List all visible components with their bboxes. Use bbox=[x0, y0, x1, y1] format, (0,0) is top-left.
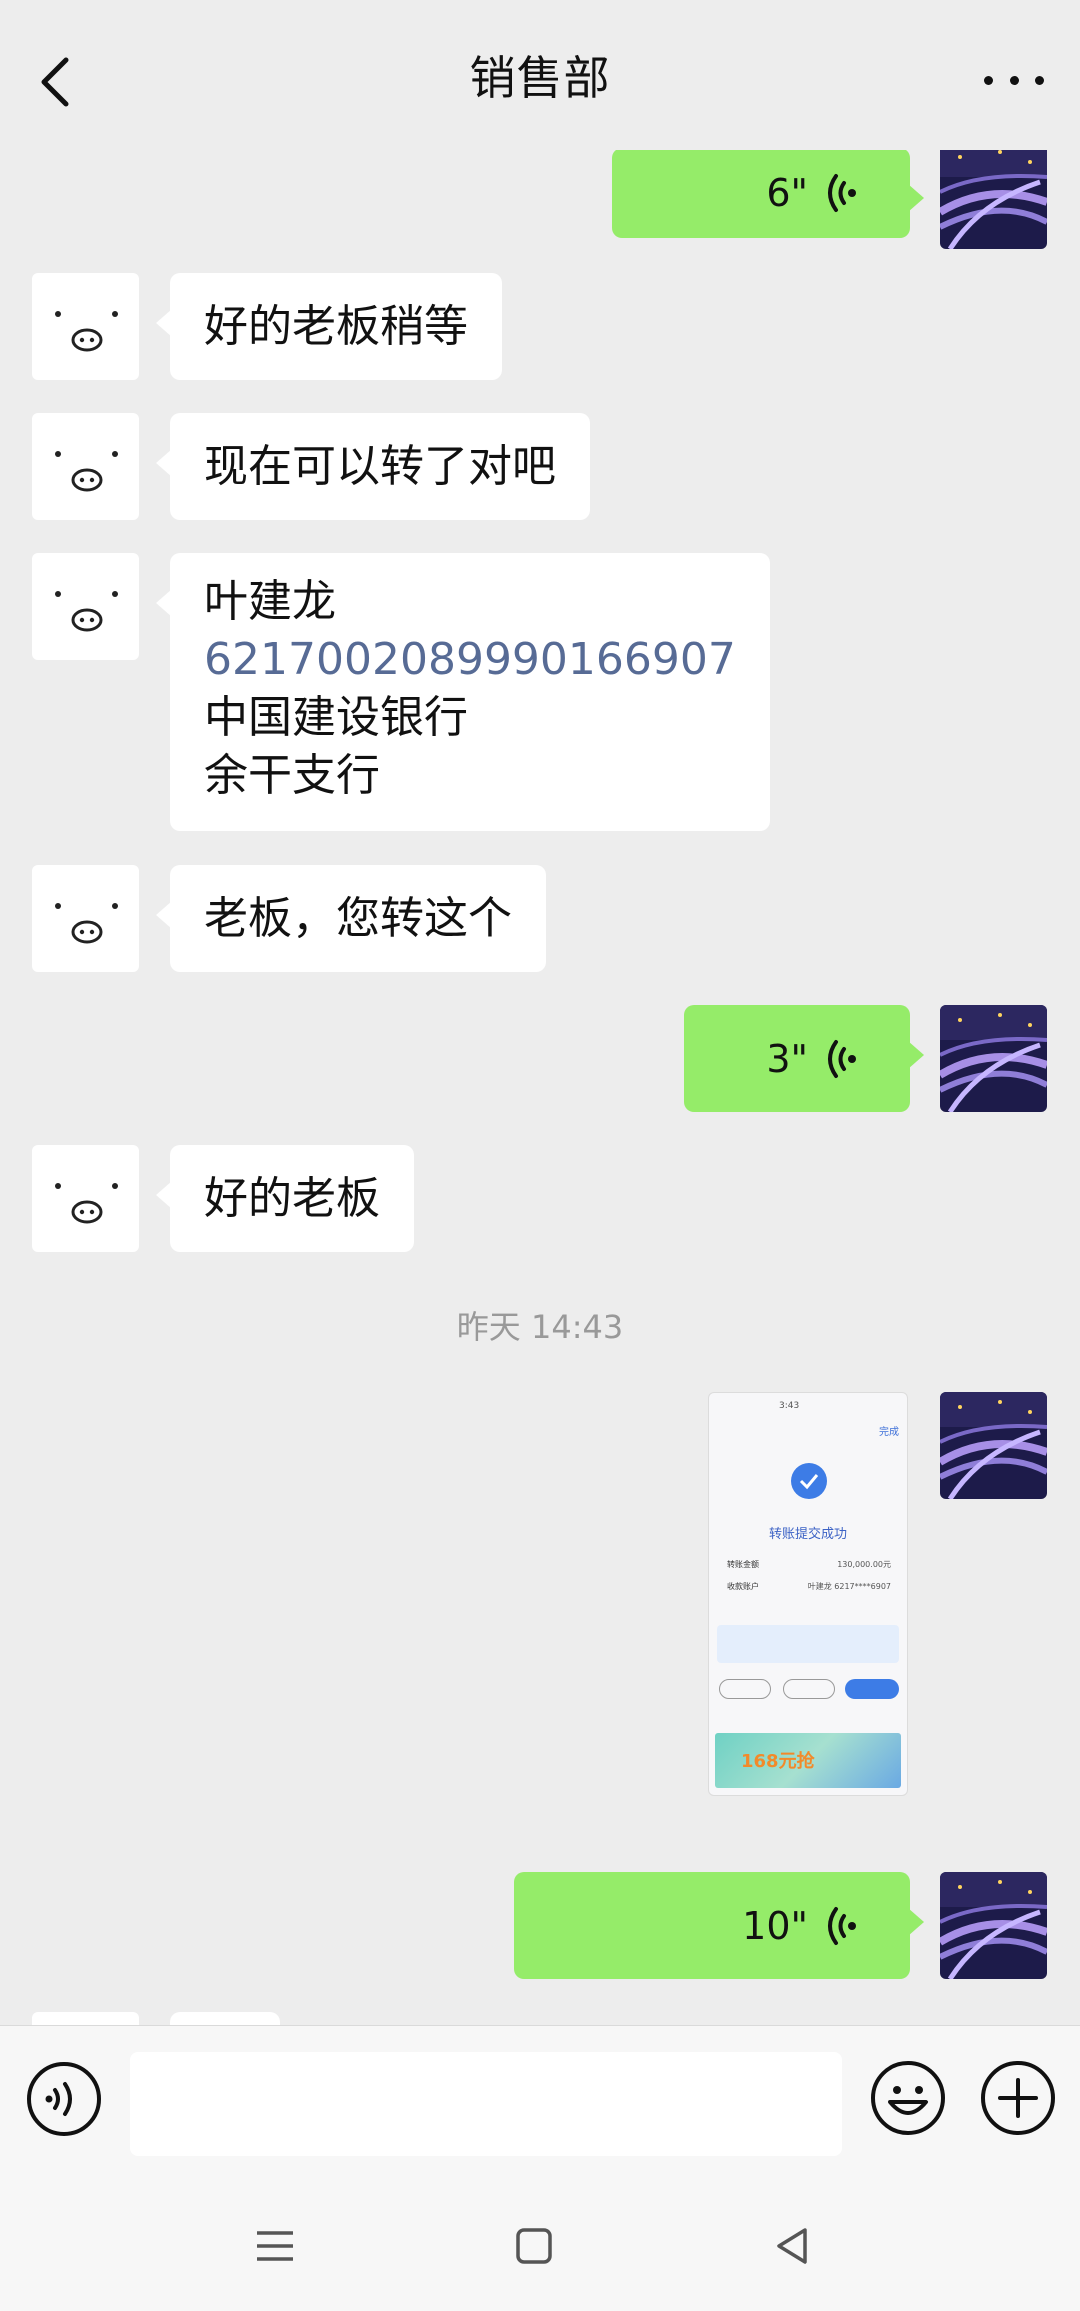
system-nav-bar bbox=[0, 2180, 1080, 2311]
input-bar bbox=[0, 2025, 1080, 2181]
avatar[interactable] bbox=[940, 150, 1047, 249]
text-message[interactable]: 好的老板 bbox=[156, 1145, 414, 1252]
voice-wave-icon bbox=[828, 1906, 856, 1945]
avatar[interactable] bbox=[32, 273, 139, 380]
avatar[interactable] bbox=[32, 1145, 139, 1252]
thumb-status-time: 3:43 bbox=[779, 1401, 800, 1411]
emoji-icon[interactable] bbox=[868, 2058, 948, 2138]
thumb-heading: 转账提交成功 bbox=[768, 1527, 847, 1542]
thumb-payee-label: 收款账户 bbox=[727, 1582, 759, 1591]
text-message[interactable]: 好的老板稍等 bbox=[156, 273, 502, 380]
bank-branch: 余干支行 bbox=[204, 750, 380, 801]
payee-name: 叶建龙 bbox=[204, 576, 336, 627]
message-text: 老板，您转这个 bbox=[204, 893, 512, 944]
avatar[interactable] bbox=[940, 1005, 1047, 1112]
voice-wave-icon bbox=[828, 174, 856, 212]
thumb-info-card bbox=[717, 1625, 899, 1663]
pig-face-avatar-icon bbox=[55, 591, 118, 632]
voice-wave-icon bbox=[828, 1039, 856, 1078]
thumb-done: 完成 bbox=[879, 1427, 899, 1438]
voice-message[interactable]: 10" bbox=[514, 1872, 924, 1979]
city-night-avatar-icon bbox=[940, 1872, 1047, 1979]
message-text: 好的老板稍等 bbox=[204, 301, 468, 352]
pig-face-avatar-icon bbox=[55, 903, 118, 944]
more-options-icon[interactable] bbox=[984, 70, 1044, 90]
message-input[interactable] bbox=[130, 2052, 842, 2156]
pig-face-avatar-icon bbox=[55, 1183, 118, 1224]
avatar[interactable] bbox=[32, 553, 139, 660]
voice-duration: 10" bbox=[742, 1903, 808, 1948]
message-text: 现在可以转了对吧 bbox=[204, 441, 556, 492]
thumb-amount-label: 转账金额 bbox=[727, 1560, 759, 1569]
avatar[interactable] bbox=[32, 2012, 139, 2025]
text-message[interactable]: 叶建龙 6217002089990166907 中国建设银行 余干支行 bbox=[156, 553, 770, 831]
thumb-payee-value: 叶建龙 6217****6907 bbox=[807, 1582, 891, 1591]
city-night-avatar-icon bbox=[940, 1392, 1047, 1499]
voice-duration: 3" bbox=[766, 1036, 808, 1081]
text-message[interactable]: 老板，您转这个 bbox=[156, 865, 546, 972]
home-icon[interactable] bbox=[504, 2216, 564, 2276]
back-nav-icon[interactable] bbox=[763, 2216, 823, 2276]
avatar[interactable] bbox=[940, 1392, 1047, 1499]
bank-name: 中国建设银行 bbox=[204, 692, 468, 743]
voice-input-icon[interactable] bbox=[25, 2060, 103, 2138]
account-number-link[interactable]: 6217002089990166907 bbox=[204, 631, 736, 689]
pig-face-avatar-icon bbox=[55, 311, 118, 352]
thumb-amount-value: 130,000.00元 bbox=[837, 1560, 891, 1569]
message-text: 好的老板 bbox=[204, 1173, 380, 1224]
back-icon[interactable] bbox=[30, 40, 90, 120]
text-message[interactable] bbox=[170, 2012, 280, 2025]
chat-title: 销售部 bbox=[469, 51, 611, 105]
avatar[interactable] bbox=[32, 865, 139, 972]
voice-message[interactable]: 6" bbox=[612, 150, 924, 238]
city-night-avatar-icon bbox=[940, 150, 1047, 249]
message-list[interactable]: 6" 好的老板稍等 现在可以转了对吧 叶建龙 62170020899901669… bbox=[0, 150, 1080, 2025]
city-night-avatar-icon bbox=[940, 1005, 1047, 1112]
voice-duration: 6" bbox=[766, 171, 808, 215]
thumb-button bbox=[719, 1679, 771, 1699]
thumb-promo-banner: 168元抢 bbox=[715, 1733, 901, 1788]
voice-message[interactable]: 3" bbox=[684, 1005, 924, 1112]
thumb-primary-button bbox=[845, 1679, 899, 1699]
avatar[interactable] bbox=[940, 1872, 1047, 1979]
chat-header: 销售部 bbox=[0, 0, 1080, 150]
message-timestamp: 昨天 14:43 bbox=[456, 1308, 624, 1346]
pig-face-avatar-icon bbox=[55, 451, 118, 492]
menu-icon[interactable] bbox=[245, 2216, 305, 2276]
plus-icon[interactable] bbox=[978, 2058, 1058, 2138]
image-message[interactable]: 3:43 完成 转账提交成功 转账金额 130,000.00元 收款账户 叶建龙… bbox=[708, 1392, 908, 1796]
check-icon bbox=[791, 1463, 827, 1499]
text-message[interactable]: 现在可以转了对吧 bbox=[156, 413, 590, 520]
thumb-banner-price: 168元抢 bbox=[741, 1751, 815, 1772]
thumb-button bbox=[783, 1679, 835, 1699]
avatar[interactable] bbox=[32, 413, 139, 520]
